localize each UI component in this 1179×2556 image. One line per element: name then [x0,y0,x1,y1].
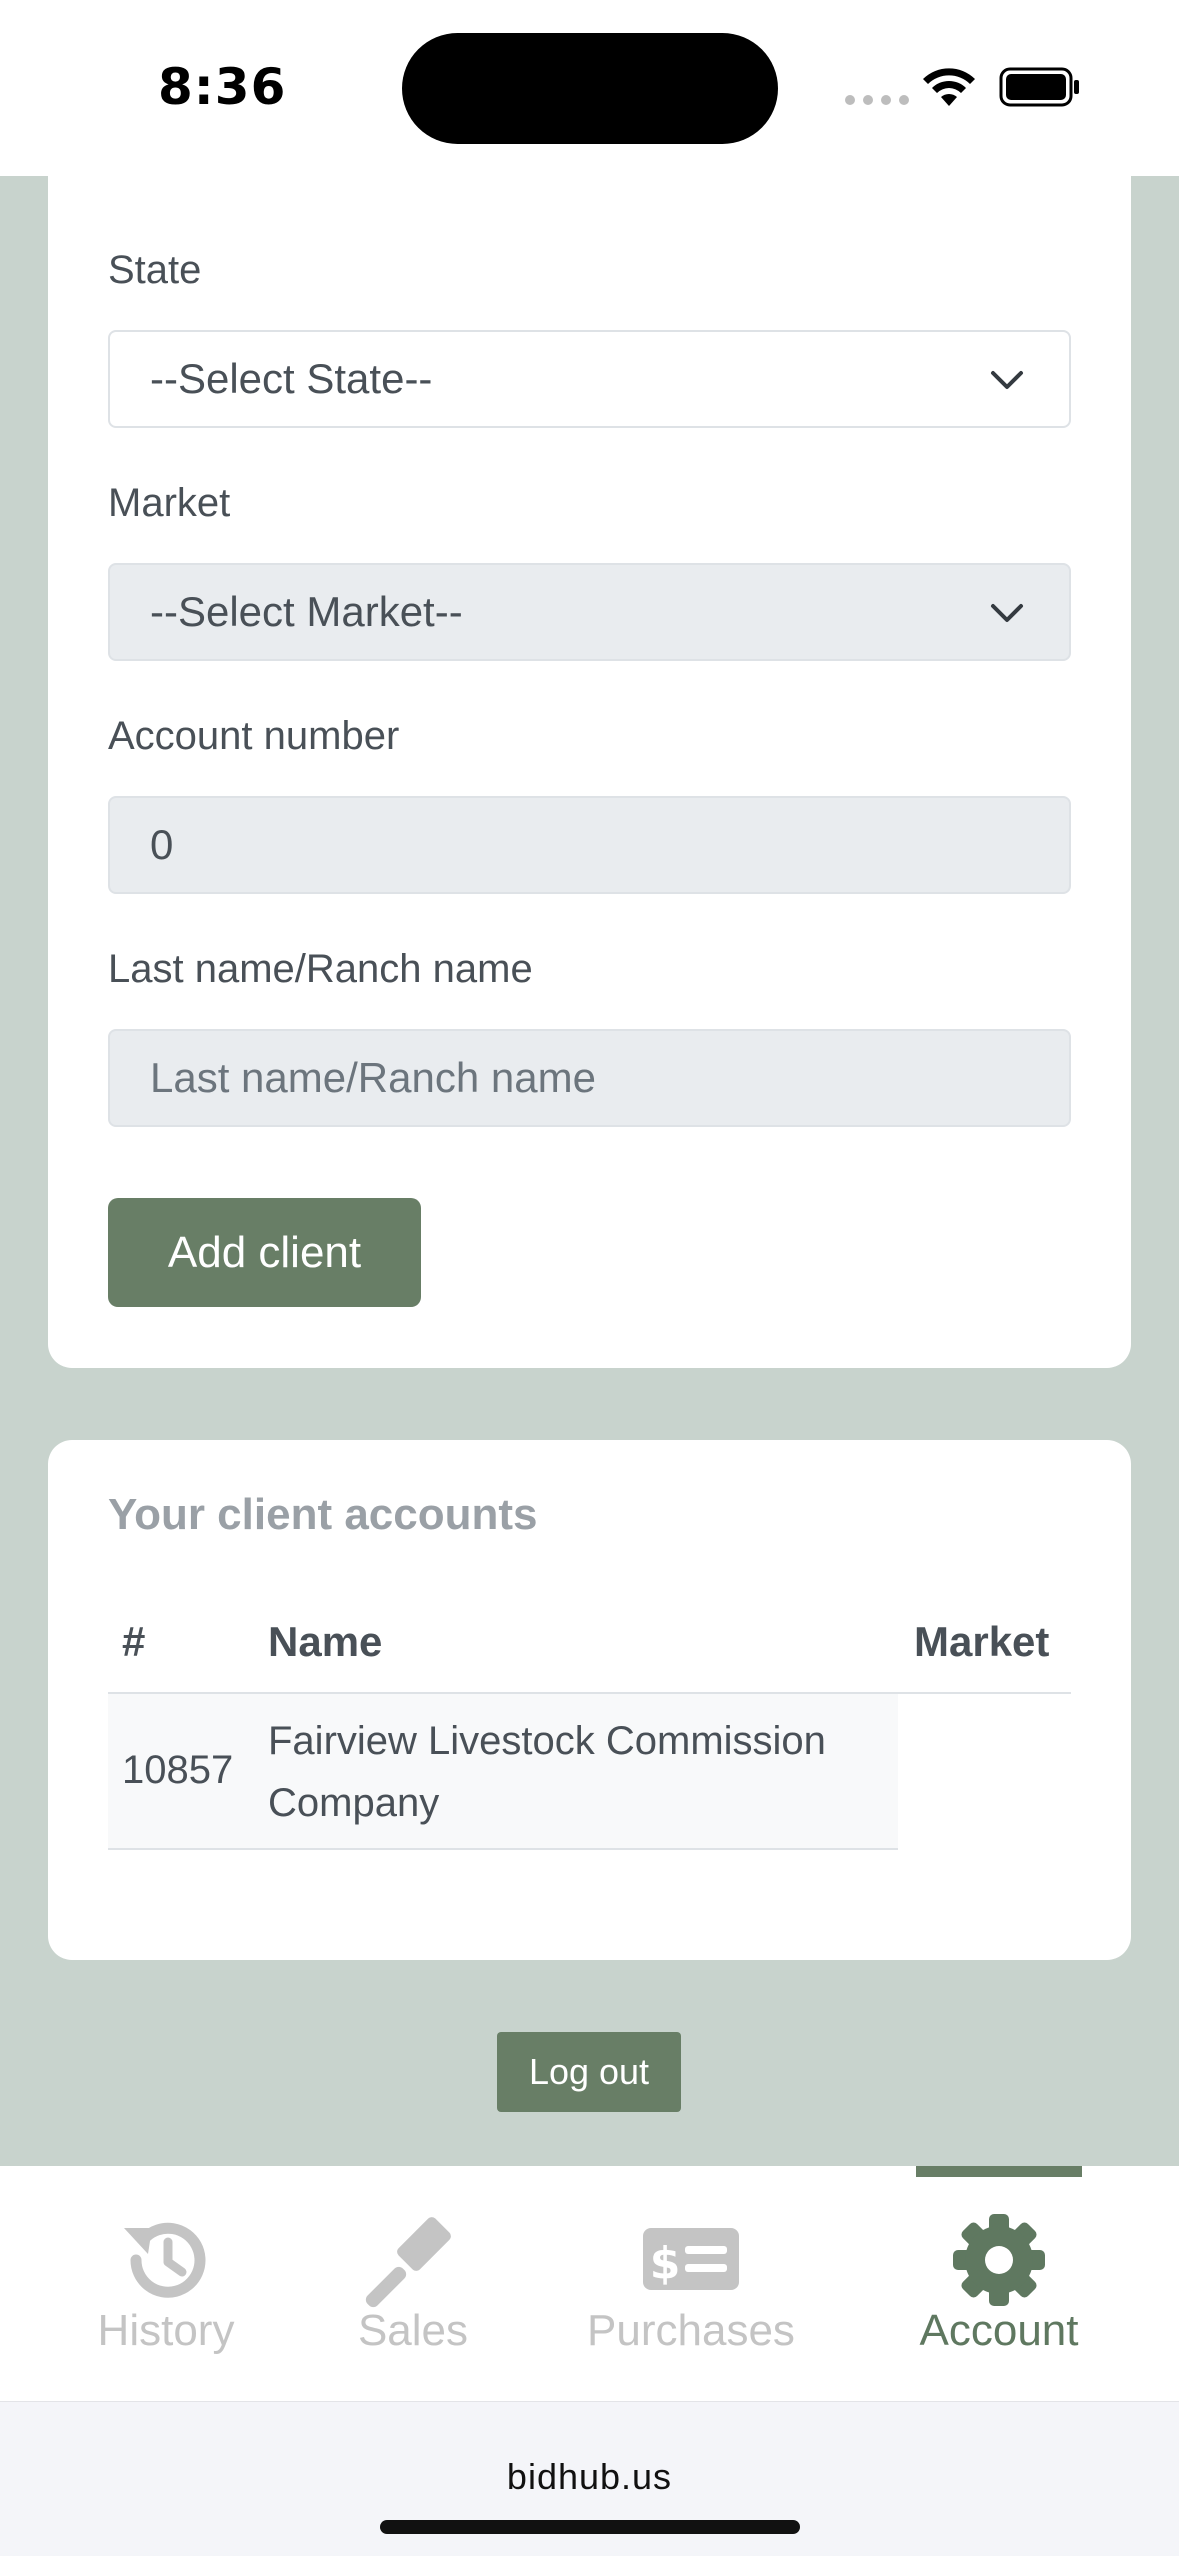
tab-sales-label: Sales [357,2306,469,2355]
dynamic-island [402,33,778,144]
dollar-bill-icon: $ [643,2228,739,2290]
lastname-input[interactable] [108,1029,1071,1127]
account-number-label: Account number [108,714,400,758]
client-accounts-card: Your client accounts # Name Market 10857… [48,1440,1131,1960]
logout-button[interactable]: Log out [497,2032,681,2112]
market-label: Market [108,481,231,525]
market-select-value: --Select Market-- [150,588,463,635]
history-icon [124,2222,206,2298]
client-name: Fairview Livestock Commission Company [268,1719,826,1825]
status-time: 8:36 [158,58,287,116]
account-number-value: 0 [150,821,174,868]
tab-account[interactable]: Account [911,2166,1087,2401]
add-client-card: State --Select State-- Market --Select M… [48,150,1131,1368]
wifi-icon [923,68,975,106]
account-number-input[interactable]: 0 [108,796,1071,894]
svg-text:$: $ [650,2238,681,2289]
tab-purchases-label: Purchases [587,2306,795,2355]
gavel-icon [365,2217,451,2308]
tab-account-label: Account [919,2306,1079,2355]
status-bar: 8:36 [0,0,1179,176]
tab-purchases[interactable]: $ Purchases [575,2166,807,2401]
column-header-market: Market [914,1618,1050,1665]
lastname-label: Last name/Ranch name [108,947,533,991]
browser-url-bar[interactable]: bidhub.us [0,2401,1179,2556]
state-select[interactable]: --Select State-- [108,330,1071,428]
table-row[interactable]: 10857 Fairview Livestock Commission Comp… [108,1694,898,1850]
tab-history[interactable]: History [60,2166,272,2401]
column-header-name: Name [268,1618,383,1665]
bottom-tab-bar: History Sales $ Purchases Account [0,2166,1179,2401]
client-accounts-title: Your client accounts [108,1490,538,1539]
chevron-down-icon [991,604,1023,622]
tab-sales[interactable]: Sales [346,2166,480,2401]
add-client-button[interactable]: Add client [108,1198,421,1307]
market-select[interactable]: --Select Market-- [108,563,1071,661]
gear-icon [953,2214,1045,2306]
home-indicator [380,2520,800,2534]
column-header-number: # [122,1618,146,1665]
state-select-value: --Select State-- [150,355,433,402]
state-label: State [108,248,202,292]
cellular-signal-icon [845,95,909,105]
url-text: bidhub.us [506,2456,673,2497]
battery-icon [999,67,1079,107]
chevron-down-icon [991,371,1023,389]
tab-history-label: History [97,2306,235,2355]
client-account-number: 10857 [122,1748,234,1792]
